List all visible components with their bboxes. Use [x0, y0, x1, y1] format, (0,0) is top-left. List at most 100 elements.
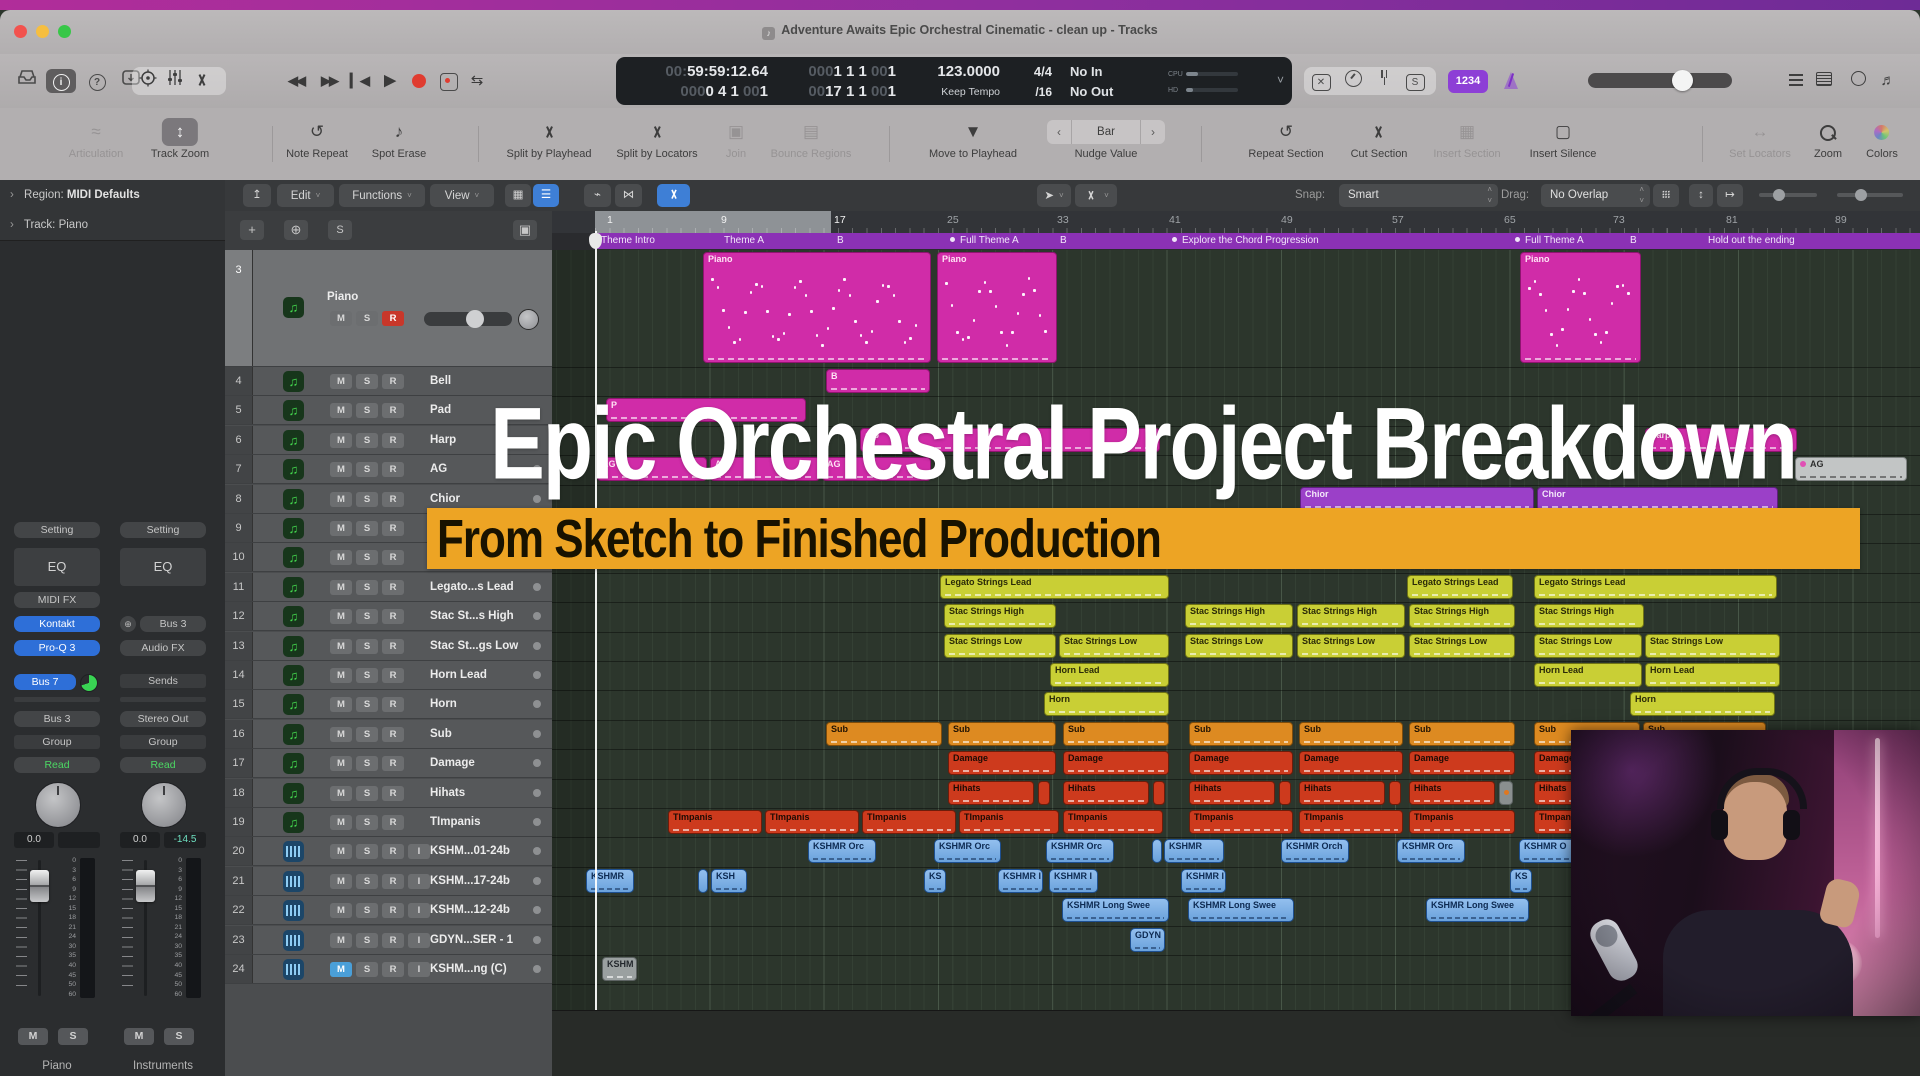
- audio-region[interactable]: KSHMR: [1164, 839, 1224, 863]
- midi-region[interactable]: Stac Strings High: [1297, 604, 1405, 628]
- mute-button[interactable]: M: [330, 550, 352, 565]
- solo-button[interactable]: S: [356, 374, 378, 389]
- strip-slot-pro-q-3[interactable]: Pro-Q 3: [14, 640, 100, 656]
- track-volume-slider[interactable]: [424, 310, 512, 328]
- tuner-gauge-icon[interactable]: [1340, 70, 1366, 92]
- track-header-row[interactable]: 19 ♫ M S R TImpanis: [225, 808, 552, 837]
- track-header-row[interactable]: 21 M S R I KSHM...17-24b: [225, 867, 552, 896]
- nudge-value-stepper[interactable]: ‹ Bar ›: [1047, 120, 1165, 144]
- audio-region[interactable]: KSHMR Orc: [808, 839, 876, 863]
- track-header-row[interactable]: 22 M S R I KSHM...12-24b: [225, 896, 552, 925]
- mute-button[interactable]: M: [330, 933, 352, 948]
- record-enable-button[interactable]: R: [382, 697, 404, 712]
- midi-region[interactable]: Stac Strings High: [1185, 604, 1293, 628]
- audio-region[interactable]: KS: [924, 869, 946, 893]
- mute-button[interactable]: M: [330, 786, 352, 801]
- solo-button[interactable]: S: [356, 639, 378, 654]
- horizontal-zoom-slider[interactable]: [1837, 189, 1903, 201]
- solo-button[interactable]: S: [356, 550, 378, 565]
- marker-segment[interactable]: Full Theme A: [944, 233, 1062, 249]
- solo-button[interactable]: S: [356, 727, 378, 742]
- record-enable-button[interactable]: R: [382, 756, 404, 771]
- lcd-tempo[interactable]: 123.0000 Keep Tempo: [896, 60, 1000, 102]
- solo-button[interactable]: S: [356, 874, 378, 889]
- solo-button[interactable]: S: [356, 668, 378, 683]
- audio-region[interactable]: KSH: [711, 869, 747, 893]
- audio-region[interactable]: KSHMR I: [998, 869, 1043, 893]
- mute-button[interactable]: M: [330, 844, 352, 859]
- mute-button[interactable]: M: [330, 639, 352, 654]
- midi-region[interactable]: Horn: [1630, 692, 1775, 716]
- track-sort-button[interactable]: ▣: [513, 220, 537, 240]
- midi-region[interactable]: Piano: [703, 252, 931, 363]
- midi-region[interactable]: [1389, 781, 1401, 805]
- pointer-tool-menu[interactable]: ➤ ˅: [1037, 184, 1071, 207]
- solo-button[interactable]: S: [356, 844, 378, 859]
- solo-button[interactable]: S: [356, 609, 378, 624]
- toolbar-item-split-by-playhead[interactable]: Split by Playhead: [507, 118, 592, 160]
- audio-region[interactable]: KSHMR I: [1049, 869, 1098, 893]
- midi-region[interactable]: Stac Strings Low: [944, 634, 1056, 658]
- track-header-row[interactable]: 12 ♫ M S R Stac St...s High: [225, 602, 552, 631]
- midi-region[interactable]: TImpanis: [1189, 810, 1293, 834]
- scissors-icon[interactable]: [189, 69, 215, 93]
- audio-region[interactable]: KSHMR Long Swee: [1188, 898, 1294, 922]
- record-enable-button[interactable]: R: [382, 550, 404, 565]
- toolbar-item-move-to-playhead[interactable]: ▼ Move to Playhead: [929, 118, 1017, 160]
- strip-slot-audio-fx[interactable]: Audio FX: [120, 640, 206, 656]
- mute-button[interactable]: M: [330, 962, 352, 977]
- go-to-beginning-button[interactable]: ▎◀: [347, 69, 373, 93]
- toolbar-item-colors[interactable]: Colors: [1866, 118, 1898, 160]
- mute-button[interactable]: M: [330, 462, 352, 477]
- record-enable-button[interactable]: R: [382, 311, 404, 326]
- midi-region[interactable]: Horn Lead: [1534, 663, 1642, 687]
- solo-mode-icon[interactable]: S: [1402, 70, 1428, 92]
- tuning-fork-icon[interactable]: [1371, 70, 1397, 92]
- midi-region[interactable]: Hihats: [1189, 781, 1275, 805]
- midi-region[interactable]: TImpanis: [668, 810, 762, 834]
- nudge-value[interactable]: Bar: [1071, 120, 1141, 144]
- marker-segment[interactable]: Full Theme A: [1509, 233, 1632, 249]
- midi-region[interactable]: Stac Strings Low: [1645, 634, 1780, 658]
- mute-button[interactable]: M: [330, 697, 352, 712]
- toolbar-item-repeat-section[interactable]: ↺ Repeat Section: [1248, 118, 1323, 160]
- nudge-forward-icon[interactable]: ›: [1141, 120, 1165, 144]
- mute-button[interactable]: M: [330, 580, 352, 595]
- midi-region[interactable]: Hihats: [1299, 781, 1385, 805]
- vertical-zoom-button[interactable]: ↕: [1689, 184, 1713, 207]
- region-inspector-header[interactable]: › Region: MIDI Defaults: [0, 180, 225, 212]
- strip-slot-read[interactable]: Read: [14, 757, 100, 773]
- mixer-icon[interactable]: [162, 69, 188, 93]
- solo-button[interactable]: S: [356, 815, 378, 830]
- midi-region[interactable]: Horn Lead: [1645, 663, 1780, 687]
- track-inspector-header[interactable]: › Track: Piano: [0, 211, 225, 241]
- track-header-row[interactable]: 11 ♫ M S R Legato...s Lead: [225, 573, 552, 602]
- marker-segment[interactable]: B: [1624, 233, 1710, 249]
- grid-view-button[interactable]: ▦: [505, 184, 531, 207]
- track-header-row[interactable]: 24 M S R I KSHM...ng (C): [225, 955, 552, 984]
- track-header-row[interactable]: 17 ♫ M S R Damage: [225, 749, 552, 778]
- catch-playhead-button[interactable]: [657, 184, 690, 207]
- track-pan-knob[interactable]: [518, 309, 539, 330]
- strip-slot-sends[interactable]: Sends: [120, 674, 206, 688]
- midi-region[interactable]: [1038, 781, 1050, 805]
- automation-curve-button[interactable]: ⌁: [584, 184, 611, 207]
- strip-slot-bus-7[interactable]: Bus 7: [14, 674, 76, 690]
- bar-ruler[interactable]: 1 9 17 25 33 41 49 57 65 73 81 89: [552, 211, 1920, 234]
- record-enable-button[interactable]: R: [382, 874, 404, 889]
- solo-button[interactable]: S: [356, 433, 378, 448]
- strip-solo-button[interactable]: S: [164, 1028, 194, 1045]
- midi-region[interactable]: Hihats: [1063, 781, 1149, 805]
- track-header-row[interactable]: 13 ♫ M S R Stac St...gs Low: [225, 632, 552, 661]
- lcd-position[interactable]: 0001 1 1 001 0017 1 1 001: [768, 60, 896, 102]
- midi-region[interactable]: Stac Strings Low: [1059, 634, 1169, 658]
- marker-segment[interactable]: Theme Intro: [595, 233, 726, 249]
- input-monitor-button[interactable]: I: [408, 874, 430, 889]
- toolbar-item-note-repeat[interactable]: ↺ Note Repeat: [286, 118, 348, 160]
- solo-button[interactable]: S: [356, 403, 378, 418]
- record-enable-button[interactable]: R: [382, 492, 404, 507]
- mute-button[interactable]: M: [330, 609, 352, 624]
- pan-knob[interactable]: [141, 782, 187, 828]
- mute-button[interactable]: M: [330, 874, 352, 889]
- midi-region[interactable]: Hihats: [1409, 781, 1495, 805]
